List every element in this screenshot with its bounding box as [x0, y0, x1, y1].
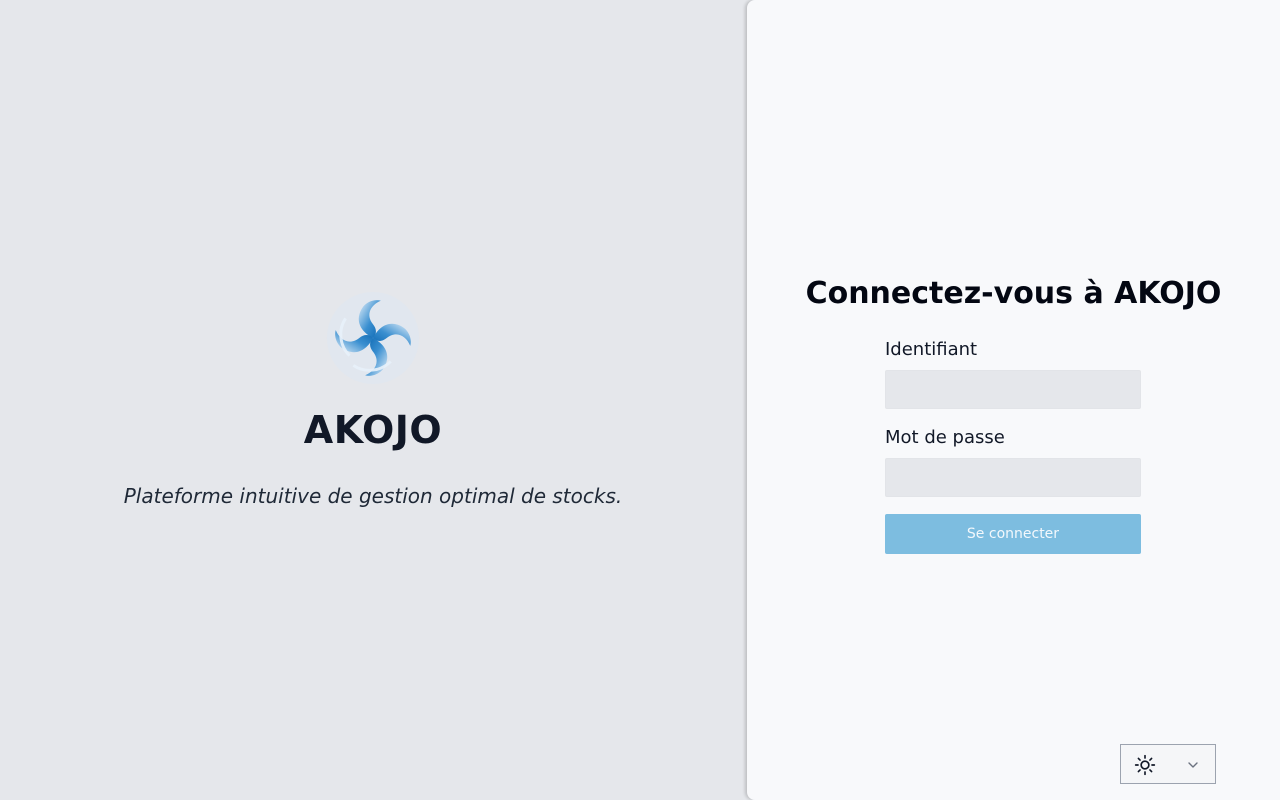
chevron-down-icon [1188, 762, 1198, 768]
brand-panel: AKOJO Plateforme intuitive de gestion op… [0, 0, 746, 800]
username-label: Identifiant [885, 339, 978, 360]
sun-icon [1134, 754, 1156, 776]
password-label: Mot de passe [885, 427, 1005, 448]
login-button[interactable]: Se connecter [885, 514, 1141, 554]
login-title: Connectez-vous à AKOJO [805, 276, 1222, 311]
swirl-logo-icon [326, 291, 420, 385]
login-panel: Connectez-vous à AKOJO Identifiant Mot d… [747, 0, 1280, 800]
username-input[interactable] [885, 370, 1141, 409]
theme-switcher[interactable] [1120, 744, 1216, 784]
brand-tagline: Plateforme intuitive de gestion optimal … [123, 484, 623, 508]
brand-name: AKOJO [303, 408, 443, 452]
password-input[interactable] [885, 458, 1141, 497]
